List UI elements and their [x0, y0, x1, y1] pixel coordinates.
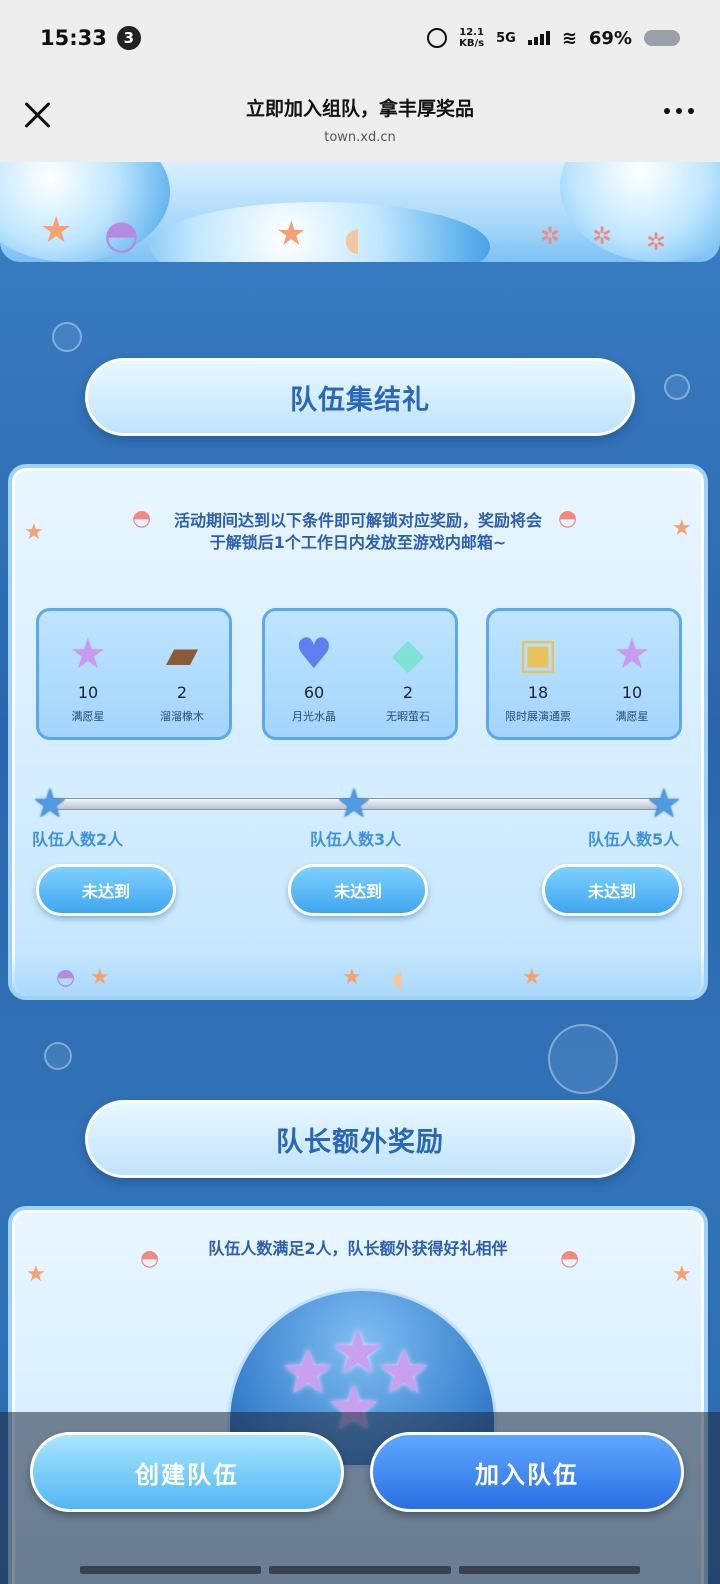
page-title: 立即加入组队，拿丰厚奖品	[245, 98, 474, 120]
reward-item: ★ 10 满愿星	[43, 623, 133, 724]
milestone-star-icon: ★	[646, 781, 682, 827]
milestone-star-icon: ★	[336, 781, 372, 827]
crab-icon: ✲	[592, 222, 613, 250]
gathering-description-line2: 于解锁后1个工作日内发放至游戏内邮箱~	[209, 533, 507, 552]
gem-icon: ◆	[391, 629, 425, 678]
starfish-icon: ★	[90, 965, 110, 990]
starfish-icon: ★	[276, 214, 307, 254]
tier-2-reward-box: ♥ 60 月光水晶 ◆ 2 无暇萤石	[262, 608, 458, 740]
status-bar: 15:33 3 12.1 KB/s 5G ≋ 69%	[0, 0, 720, 76]
battery-icon	[644, 30, 680, 46]
captain-section-title: 队长额外奖励	[276, 1126, 444, 1158]
purple-star-icon: ★	[69, 629, 107, 678]
bubble-decoration	[44, 1042, 72, 1070]
wave-decoration	[560, 162, 720, 262]
net-speed: 12.1 KB/s	[459, 27, 484, 49]
bubble-decoration	[548, 1024, 618, 1094]
reward-count: 60	[303, 683, 325, 702]
starfish-icon: ★	[26, 1262, 46, 1287]
reward-count: 10	[77, 683, 99, 702]
tier-1-reward-box: ★ 10 满愿星 ▰ 2 溜溜橡木	[36, 608, 232, 740]
wifi-icon: ≋	[561, 27, 577, 49]
net-speed-unit: KB/s	[459, 38, 485, 49]
bottom-action-bar: 创建队伍 加入队伍	[0, 1412, 720, 1584]
page-url: town.xd.cn	[324, 130, 396, 145]
gathering-section-banner: 队伍集结礼	[85, 358, 635, 436]
reward-name: 限时展演通票	[505, 710, 571, 723]
starfish-icon: ★	[522, 965, 542, 990]
tier-1-status-button[interactable]: 未达到	[36, 864, 176, 916]
purple-star-icon: ★	[376, 1335, 432, 1408]
reward-name: 溜溜橡木	[160, 710, 204, 723]
tier-1-requirement: 队伍人数2人	[32, 830, 124, 849]
battery-percent: 69%	[588, 27, 632, 49]
shell-icon: ◓	[104, 212, 139, 258]
captain-section-banner: 队长额外奖励	[85, 1100, 635, 1178]
gathering-description-line1: 活动期间达到以下条件即可解锁对应奖励，奖励将会	[173, 511, 542, 530]
status-icons: 12.1 KB/s 5G ≋ 69%	[427, 27, 680, 49]
reward-name: 无暇萤石	[386, 710, 430, 723]
milestone-star-icon: ★	[32, 781, 68, 827]
bubble-decoration	[52, 322, 82, 352]
reward-name: 满愿星	[615, 710, 649, 723]
wave-decoration	[0, 162, 170, 262]
crab-icon: ✲	[540, 222, 561, 250]
notification-badge: 3	[116, 26, 141, 50]
reward-name: 月光水晶	[292, 710, 336, 723]
reward-item: ▰ 2 溜溜橡木	[137, 623, 227, 724]
event-page: ★ ◓ ★ ◖ ✲ ✲ ✲ 队伍集结礼 ◓ ◓ ★ ★ 活动期间达到以下条件即可…	[0, 162, 720, 1584]
starfish-icon: ★	[672, 1262, 692, 1287]
network-type: 5G	[496, 30, 516, 46]
crab-icon: ✲	[646, 228, 667, 256]
oak-log-icon: ▰	[165, 629, 199, 678]
tier-2-requirement: 队伍人数3人	[310, 830, 402, 849]
status-time: 15:33	[40, 26, 107, 50]
bubble-decoration	[664, 374, 690, 400]
reward-count: 18	[527, 683, 549, 702]
ticket-icon: ▣	[518, 629, 558, 678]
gathering-reward-card: ◓ ◓ ★ ★ 活动期间达到以下条件即可解锁对应奖励，奖励将会 于解锁后1个工作…	[8, 464, 708, 1000]
reward-count: 10	[621, 683, 643, 702]
reward-count: 2	[176, 683, 188, 702]
tier-3-reward-box: ▣ 18 限时展演通票 ★ 10 满愿星	[486, 608, 682, 740]
starfish-icon: ★	[342, 965, 362, 990]
wave-decoration	[150, 202, 490, 262]
gathering-section-title: 队伍集结礼	[290, 384, 430, 416]
conch-icon: ◖	[344, 220, 361, 258]
reward-item: ♥ 60 月光水晶	[269, 623, 359, 724]
starfish-icon: ★	[40, 210, 73, 251]
conch-icon: ◖	[392, 967, 404, 992]
reward-item: ▣ 18 限时展演通票	[493, 623, 583, 724]
tier-3-requirement: 队伍人数5人	[588, 830, 680, 849]
signal-icon	[527, 31, 550, 45]
tier-3-status-button[interactable]: 未达到	[542, 864, 682, 916]
captain-description: 队伍人数满足2人，队长额外获得好礼相伴	[208, 1239, 508, 1258]
create-team-button[interactable]: 创建队伍	[30, 1432, 344, 1512]
ocean-wave-banner: ★ ◓ ★ ◖ ✲ ✲ ✲	[0, 162, 720, 262]
nav-handle	[80, 1566, 640, 1574]
net-speed-value: 12.1	[459, 27, 484, 38]
alarm-icon	[427, 28, 448, 48]
more-menu-icon[interactable]	[664, 108, 694, 114]
reward-item: ◆ 2 无暇萤石	[363, 623, 453, 724]
reward-item: ★ 10 满愿星	[587, 623, 677, 724]
tier-2-status-button[interactable]: 未达到	[288, 864, 428, 916]
heart-crystal-icon: ♥	[295, 629, 333, 678]
purple-star-icon: ★	[613, 629, 651, 678]
reward-name: 满愿星	[71, 710, 105, 723]
reward-count: 2	[402, 683, 414, 702]
shell-icon: ◓	[56, 965, 76, 990]
join-team-button[interactable]: 加入队伍	[370, 1432, 684, 1512]
browser-title-bar: 立即加入组队，拿丰厚奖品 town.xd.cn	[0, 76, 720, 162]
